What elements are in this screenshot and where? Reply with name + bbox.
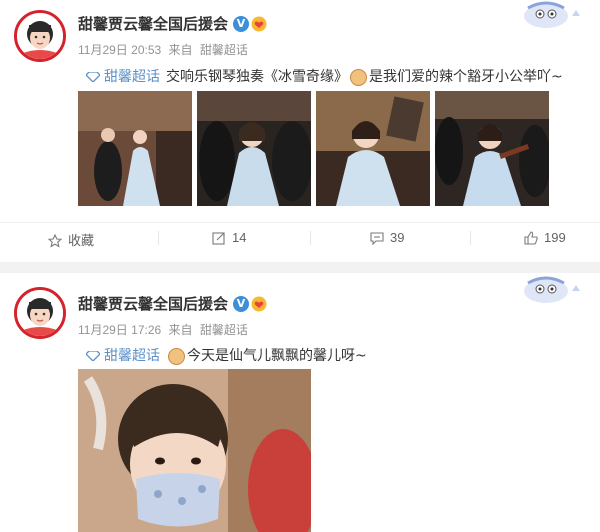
diamond-topic-icon	[86, 72, 100, 82]
post-text-tail: 今天是仙气儿飘飘的馨儿呀~	[187, 348, 367, 364]
repost-button[interactable]: 14	[212, 230, 246, 248]
favorite-label: 收藏	[68, 233, 95, 248]
post-text-main: 交响乐钢琴独奏《冰雪奇缘》	[166, 69, 348, 85]
action-divider	[310, 231, 311, 245]
action-divider	[158, 231, 159, 245]
emoji-icon	[168, 347, 185, 365]
decoration-card	[518, 0, 590, 30]
thumbs-up-icon	[524, 231, 538, 245]
photo-thumbnail[interactable]	[197, 91, 311, 206]
photo-thumbnail[interactable]	[78, 91, 192, 206]
post-date[interactable]: 11月29日 17:26	[78, 323, 161, 337]
repost-count: 14	[232, 230, 247, 245]
comment-icon	[370, 232, 384, 246]
post-text: 甜馨超话 交响乐钢琴独奏《冰雪奇缘》 是我们爱的辣个豁牙小公举吖~	[86, 66, 563, 86]
like-button[interactable]: 199	[524, 230, 566, 248]
verified-v-icon: V	[233, 296, 249, 312]
star-icon	[47, 233, 63, 248]
avatar[interactable]	[14, 10, 66, 62]
weibo-post: 甜馨贾云馨全国后援会 V 11月29日 20:53 来自 甜馨超话 甜馨超话 交响…	[0, 0, 600, 262]
topic-link[interactable]: 甜馨超话	[104, 348, 160, 364]
weibo-post: 甜馨贾云馨全国后援会 V 11月29日 17:26 来自 甜馨超话 甜馨超话今天…	[0, 273, 600, 532]
topic-link[interactable]: 甜馨超话	[104, 69, 160, 85]
comment-count: 39	[390, 230, 405, 245]
post-text-tail: 是我们爱的辣个豁牙小公举吖~	[369, 69, 563, 85]
comment-button[interactable]: 39	[370, 230, 404, 248]
decoration-card	[518, 275, 590, 305]
action-divider	[470, 231, 471, 245]
verified-v-icon: V	[233, 16, 249, 32]
action-bar: 收藏 14 39 199	[0, 222, 600, 252]
author-name[interactable]: 甜馨贾云馨全国后援会	[78, 13, 228, 34]
source-prefix: 来自	[168, 323, 193, 337]
like-count: 199	[544, 230, 566, 245]
source-prefix: 来自	[168, 43, 193, 57]
emoji-icon	[350, 68, 367, 86]
heart-badge-icon	[250, 16, 268, 32]
diamond-topic-icon	[86, 351, 100, 361]
photo-thumbnail[interactable]	[316, 91, 430, 206]
post-date[interactable]: 11月29日 20:53	[78, 43, 161, 57]
post-meta: 11月29日 20:53 来自 甜馨超话	[78, 41, 252, 58]
post-source[interactable]: 甜馨超话	[200, 323, 248, 337]
post-text: 甜馨超话 今天是仙气儿飘飘的馨儿呀~	[86, 345, 367, 365]
favorite-button[interactable]: 收藏	[47, 230, 95, 248]
repost-icon	[212, 232, 225, 245]
heart-badge-icon	[250, 296, 268, 312]
photo-thumbnail[interactable]	[435, 91, 549, 206]
photo-single[interactable]	[78, 369, 311, 532]
post-meta: 11月29日 17:26 来自 甜馨超话	[78, 321, 252, 338]
avatar[interactable]	[14, 287, 66, 339]
post-source[interactable]: 甜馨超话	[200, 43, 248, 57]
author-name[interactable]: 甜馨贾云馨全国后援会	[78, 293, 228, 314]
